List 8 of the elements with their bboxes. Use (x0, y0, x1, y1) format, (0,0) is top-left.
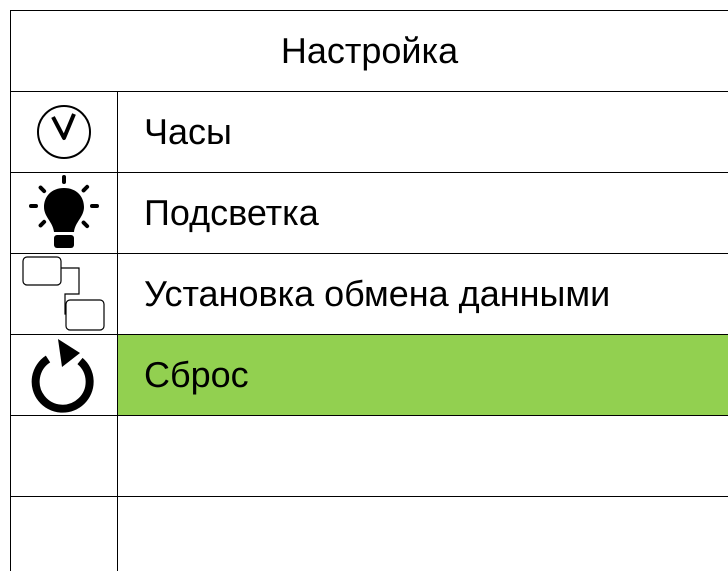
light-bulb-icon (29, 175, 99, 251)
menu-item[interactable]: Установка обмена данными (118, 254, 728, 334)
menu-item[interactable]: Подсветка (118, 173, 728, 253)
linked-boxes-icon (22, 256, 106, 332)
menu-item[interactable]: Сброс (118, 335, 728, 415)
menu-item[interactable]: Часы (118, 92, 728, 172)
clock-icon (36, 104, 92, 160)
menu-title: Настройка (280, 30, 458, 72)
